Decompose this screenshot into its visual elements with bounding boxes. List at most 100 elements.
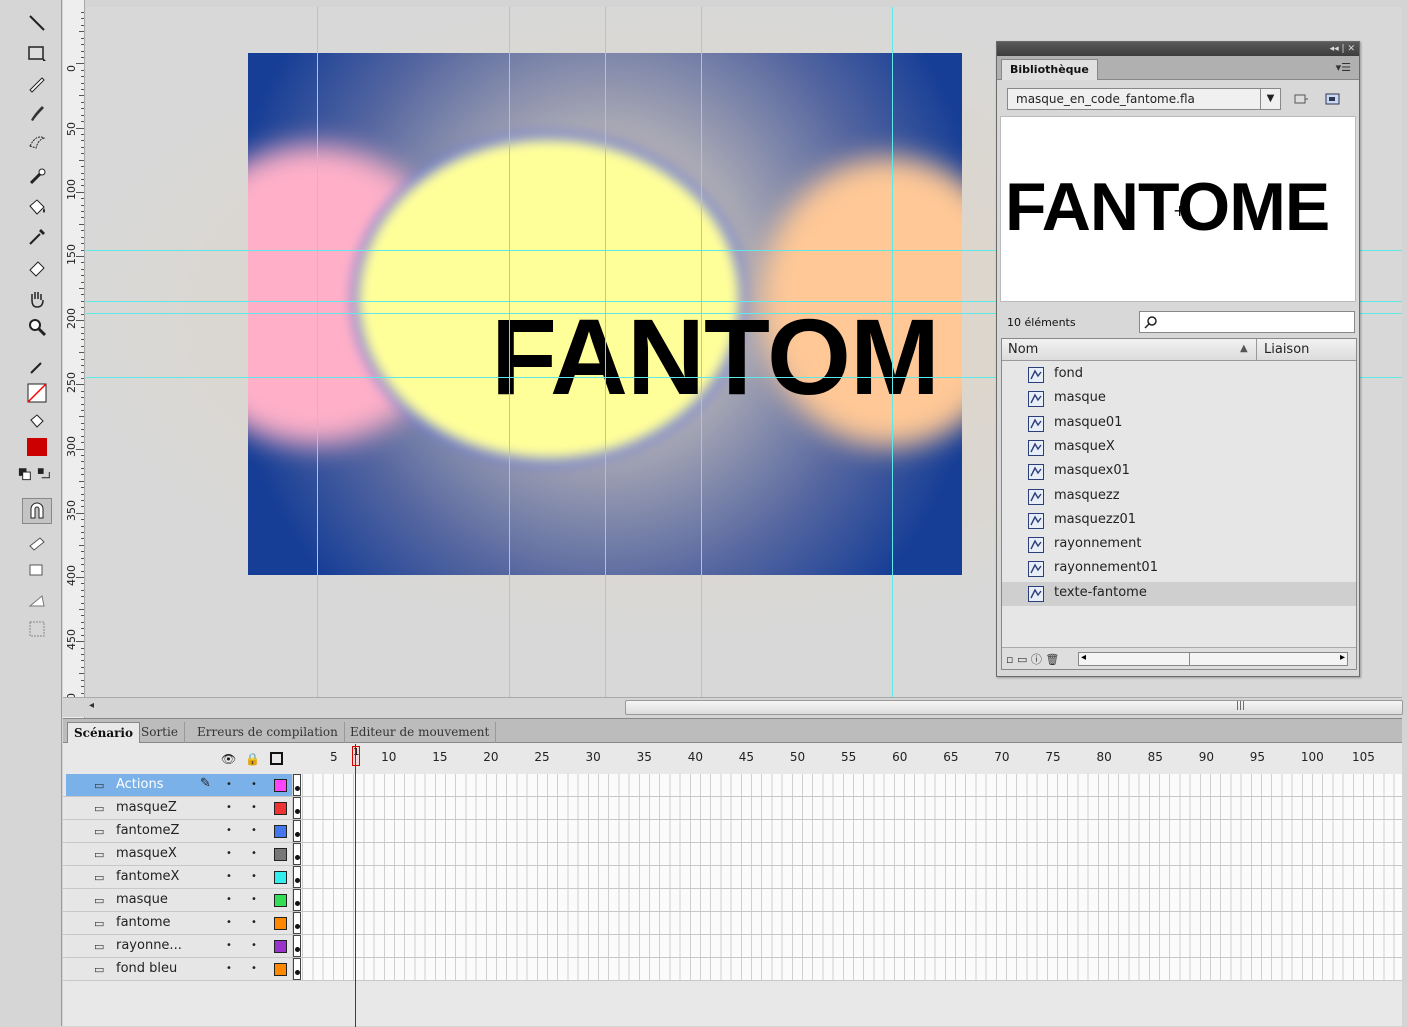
stage-horizontal-scrollbar[interactable]: ◂ |||	[63, 697, 1403, 717]
col-liaison[interactable]: Liaison	[1264, 342, 1309, 357]
layer-frames[interactable]	[292, 866, 1402, 888]
guide[interactable]	[317, 7, 318, 697]
stroke-color-pencil-icon[interactable]	[22, 354, 52, 380]
snap-magnet-icon[interactable]	[22, 498, 52, 524]
visibility-dot[interactable]: •	[226, 779, 232, 790]
guide[interactable]	[605, 7, 606, 697]
guide[interactable]	[892, 7, 893, 697]
library-item[interactable]: masqueX	[1002, 436, 1356, 460]
layer-name[interactable]: masqueZ	[116, 800, 177, 815]
guide[interactable]	[701, 7, 702, 697]
keyframe[interactable]	[293, 935, 301, 957]
layer-frames[interactable]	[292, 912, 1402, 934]
visibility-dot[interactable]: •	[226, 871, 232, 882]
keyframe[interactable]	[293, 958, 301, 980]
smooth-icon[interactable]	[22, 530, 52, 556]
timeline-layer[interactable]: ▭ masque • •	[63, 889, 1402, 912]
outline-icon[interactable]	[270, 752, 283, 765]
library-item[interactable]: rayonnement01	[1002, 557, 1356, 581]
library-horizontal-scrollbar[interactable]: ◂ ▸	[1078, 652, 1348, 666]
lock-icon[interactable]: 🔒	[245, 752, 260, 766]
zoom-tool-icon[interactable]	[22, 314, 52, 340]
layer-frames[interactable]	[292, 774, 1402, 796]
visibility-dot[interactable]: •	[226, 917, 232, 928]
visibility-dot[interactable]: •	[226, 848, 232, 859]
timeline-layer[interactable]: ▭ masqueX • •	[63, 843, 1402, 866]
visibility-dot[interactable]: •	[226, 825, 232, 836]
layer-frames[interactable]	[292, 820, 1402, 842]
rectangle-tool-icon[interactable]	[22, 40, 52, 66]
keyframe[interactable]	[293, 889, 301, 911]
tab-scenario[interactable]: Scénario	[67, 722, 140, 743]
hand-tool-icon[interactable]	[22, 286, 52, 312]
paint-bucket-icon[interactable]	[22, 194, 52, 220]
library-item[interactable]: masquex01	[1002, 460, 1356, 484]
layer-frames[interactable]	[292, 889, 1402, 911]
layer-name[interactable]: fond bleu	[116, 961, 177, 976]
tab-editeur-mouvement[interactable]: Editeur de mouvement	[344, 722, 497, 743]
tab-bibliotheque[interactable]: Bibliothèque	[1001, 59, 1098, 80]
keyframe[interactable]	[293, 912, 301, 934]
pencil-tool-icon[interactable]	[22, 70, 52, 96]
col-nom[interactable]: Nom	[1008, 342, 1038, 357]
visibility-dot[interactable]: •	[226, 963, 232, 974]
layer-name[interactable]: fantomeZ	[116, 823, 179, 838]
layer-outline-color[interactable]	[274, 963, 287, 976]
library-titlebar[interactable]: ◂◂ | ✕	[997, 42, 1359, 56]
collapse-icon[interactable]: ◂◂ | ✕	[1330, 44, 1355, 54]
rotate-skew-icon[interactable]	[22, 588, 52, 614]
library-item[interactable]: masquezz01	[1002, 509, 1356, 533]
timeline-layer[interactable]: ▭ fantomeX • •	[63, 866, 1402, 889]
library-search-input[interactable]	[1139, 311, 1355, 333]
eye-icon[interactable]: 👁	[221, 752, 236, 766]
layer-outline-color[interactable]	[274, 940, 287, 953]
layer-name[interactable]: Actions	[116, 777, 164, 792]
keyframe[interactable]	[293, 797, 301, 819]
layer-name[interactable]: fantome	[116, 915, 171, 930]
keyframe[interactable]	[293, 843, 301, 865]
fill-color-bucket-icon[interactable]	[22, 408, 52, 434]
library-item[interactable]: masque01	[1002, 412, 1356, 436]
timeline-layer[interactable]: ▭ fantome • •	[63, 912, 1402, 935]
eraser-tool-icon[interactable]	[22, 254, 52, 280]
library-footer-buttons-icon[interactable]: ▫ ▭ ⓘ 🗑	[1006, 651, 1059, 667]
scroll-thumb[interactable]: |||	[625, 700, 1403, 715]
lock-dot[interactable]: •	[251, 848, 257, 859]
layer-frames[interactable]	[292, 843, 1402, 865]
eyedropper-tool-icon[interactable]	[22, 224, 52, 250]
brush-tool-icon[interactable]	[22, 100, 52, 126]
visibility-dot[interactable]: •	[226, 802, 232, 813]
layer-name[interactable]: fantomeX	[116, 869, 179, 884]
stroke-color-swatch[interactable]	[22, 380, 52, 406]
layer-name[interactable]: masqueX	[116, 846, 177, 861]
library-file-select[interactable]: masque_en_code_fantome.fla ▼	[1007, 88, 1281, 110]
layer-outline-color[interactable]	[274, 871, 287, 884]
lock-dot[interactable]: •	[251, 779, 257, 790]
timeline-layer[interactable]: ▭ fond bleu • •	[63, 958, 1402, 981]
library-item[interactable]: masque	[1002, 387, 1356, 411]
keyframe[interactable]	[293, 820, 301, 842]
straighten-icon[interactable]	[22, 558, 52, 584]
pin-library-icon[interactable]	[1291, 90, 1311, 108]
deco-tool-icon[interactable]	[22, 128, 52, 154]
layer-outline-color[interactable]	[274, 779, 287, 792]
layer-outline-color[interactable]	[274, 802, 287, 815]
swap-colors-icon[interactable]	[16, 460, 56, 486]
timeline-layer[interactable]: ▭ fantomeZ • •	[63, 820, 1402, 843]
bone-tool-icon[interactable]	[22, 164, 52, 190]
timeline-layer[interactable]: ▭ masqueZ • •	[63, 797, 1402, 820]
layer-outline-color[interactable]	[274, 894, 287, 907]
layer-outline-color[interactable]	[274, 848, 287, 861]
layer-frames[interactable]	[292, 958, 1402, 980]
timeline-layer[interactable]: ▭ Actions ✎ • •	[63, 774, 1402, 797]
layer-outline-color[interactable]	[274, 917, 287, 930]
playhead[interactable]: 1	[352, 746, 360, 766]
timeline-layer[interactable]: ▭ rayonne... • •	[63, 935, 1402, 958]
visibility-dot[interactable]: •	[226, 894, 232, 905]
chevron-down-icon[interactable]: ▼	[1260, 89, 1280, 109]
library-item[interactable]: texte-fantome	[1002, 581, 1356, 606]
lock-dot[interactable]: •	[251, 940, 257, 951]
guide[interactable]	[509, 7, 510, 697]
lock-dot[interactable]: •	[251, 802, 257, 813]
layer-outline-color[interactable]	[274, 825, 287, 838]
